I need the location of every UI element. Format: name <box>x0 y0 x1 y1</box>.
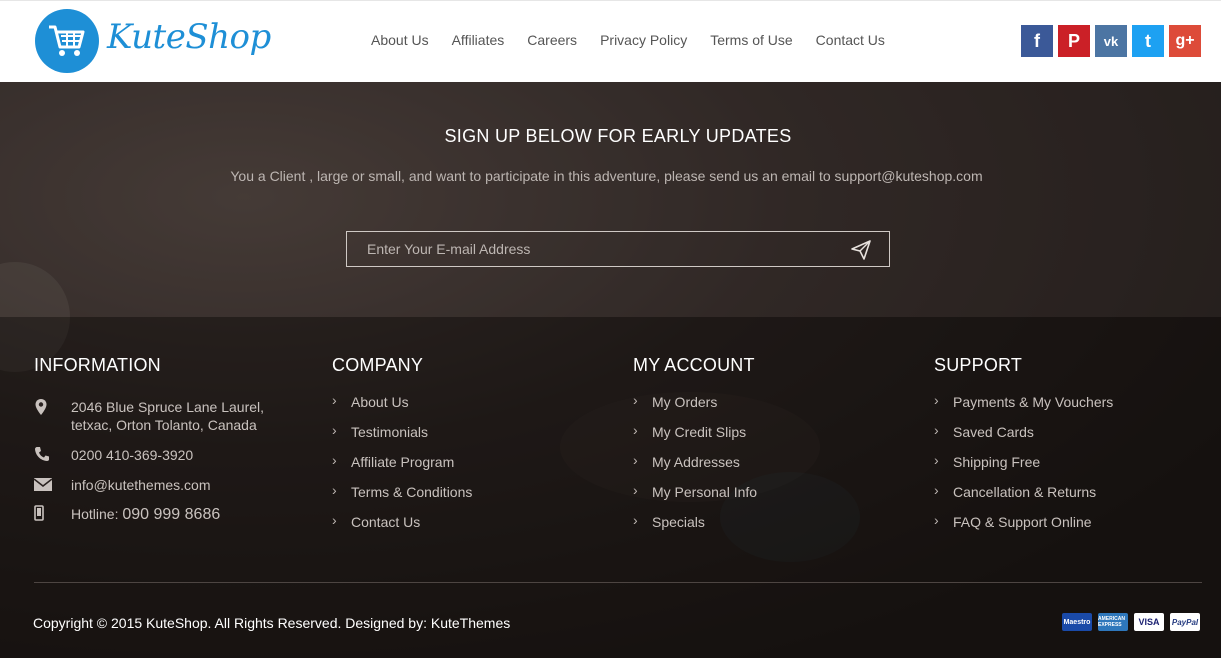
nav-privacy-policy[interactable]: Privacy Policy <box>600 32 687 48</box>
company-link-affiliate-program[interactable]: Affiliate Program <box>351 454 454 470</box>
pinterest-icon[interactable]: P <box>1058 25 1090 57</box>
paypal-icon: PayPal <box>1170 613 1200 631</box>
list-item: › Payments & My Vouchers <box>934 392 1113 424</box>
cart-logo-icon <box>35 9 99 73</box>
account-link-personal-info[interactable]: My Personal Info <box>652 484 757 500</box>
list-item: › Specials <box>633 512 757 544</box>
list-item: › Saved Cards <box>934 422 1113 454</box>
phone-icon <box>34 446 52 464</box>
payment-methods: Maestro AMERICAN EXPRESS VISA PayPal <box>1062 613 1206 631</box>
company-links: › About Us › Testimonials › Affiliate Progr… <box>332 392 472 544</box>
information-column: INFORMATION <box>34 355 161 376</box>
hotline-label: Hotline: <box>71 506 119 522</box>
account-column: MY ACCOUNT › My Orders › My Credit Slips ›… <box>633 355 757 544</box>
email-address[interactable]: info@kutethemes.com <box>71 476 211 494</box>
company-link-terms[interactable]: Terms & Conditions <box>351 484 472 500</box>
account-link-specials[interactable]: Specials <box>652 514 705 530</box>
chevron-right-icon: › <box>332 452 337 468</box>
chevron-right-icon: › <box>633 392 638 408</box>
list-item: › About Us <box>332 392 472 424</box>
company-link-contact-us[interactable]: Contact Us <box>351 514 420 530</box>
list-item: › Affiliate Program <box>332 452 472 484</box>
location-pin-icon <box>34 398 52 416</box>
amex-icon: AMERICAN EXPRESS <box>1098 613 1128 631</box>
chevron-right-icon: › <box>633 482 638 498</box>
site-header: KuteShop About Us Affiliates Careers Pri… <box>0 0 1221 82</box>
vk-icon[interactable]: vk <box>1095 25 1127 57</box>
list-item: › Shipping Free <box>934 452 1113 484</box>
list-item: › My Addresses <box>633 452 757 484</box>
account-link-orders[interactable]: My Orders <box>652 394 717 410</box>
chevron-right-icon: › <box>633 422 638 438</box>
google-plus-icon[interactable]: g+ <box>1169 25 1201 57</box>
account-link-credit-slips[interactable]: My Credit Slips <box>652 424 746 440</box>
maestro-icon: Maestro <box>1062 613 1092 631</box>
send-icon[interactable] <box>851 240 871 260</box>
chevron-right-icon: › <box>934 452 939 468</box>
information-title: INFORMATION <box>34 355 161 375</box>
chevron-right-icon: › <box>332 392 337 408</box>
email-input[interactable] <box>347 232 827 266</box>
nav-about-us[interactable]: About Us <box>371 32 429 48</box>
phone-number: 0200 410-369-3920 <box>71 447 194 463</box>
chevron-right-icon: › <box>332 512 337 528</box>
nav-careers[interactable]: Careers <box>527 32 577 48</box>
account-title: MY ACCOUNT <box>633 355 755 375</box>
visa-icon: VISA <box>1134 613 1164 631</box>
support-link-saved-cards[interactable]: Saved Cards <box>953 424 1034 440</box>
hotline-number: 090 999 8686 <box>122 506 221 523</box>
twitter-icon[interactable]: t <box>1132 25 1164 57</box>
list-item: › FAQ & Support Online <box>934 512 1113 544</box>
chevron-right-icon: › <box>934 392 939 408</box>
list-item: › Testimonials <box>332 422 472 454</box>
account-link-addresses[interactable]: My Addresses <box>652 454 740 470</box>
signup-section <box>0 82 1221 317</box>
company-link-about-us[interactable]: About Us <box>351 394 409 410</box>
chevron-right-icon: › <box>332 482 337 498</box>
nav-terms-of-use[interactable]: Terms of Use <box>710 32 792 48</box>
company-link-testimonials[interactable]: Testimonials <box>351 424 428 440</box>
nav-affiliates[interactable]: Affiliates <box>452 32 505 48</box>
support-link-cancellation[interactable]: Cancellation & Returns <box>953 484 1096 500</box>
address-line-2: tetxac, Orton Tolanto, Canada <box>71 417 257 433</box>
chevron-right-icon: › <box>934 482 939 498</box>
envelope-icon <box>33 476 53 494</box>
mobile-icon <box>34 505 52 523</box>
chevron-right-icon: › <box>332 422 337 438</box>
chevron-right-icon: › <box>633 452 638 468</box>
chevron-right-icon: › <box>934 422 939 438</box>
support-links: › Payments & My Vouchers › Saved Cards › Sh… <box>934 392 1113 544</box>
address-line-1: 2046 Blue Spruce Lane Laurel, <box>71 399 265 415</box>
support-column: SUPPORT › Payments & My Vouchers › Saved C… <box>934 355 1113 544</box>
logo-text: KuteShop <box>107 17 271 57</box>
signup-title: SIGN UP BELOW FOR EARLY UPDATES <box>444 126 792 146</box>
copyright-text: Copyright © 2015 KuteShop. All Rights Re… <box>33 615 511 631</box>
social-links: f P vk t g+ <box>1021 25 1206 57</box>
list-item: › My Orders <box>633 392 757 424</box>
list-item: › Cancellation & Returns <box>934 482 1113 514</box>
newsletter-form <box>346 231 890 267</box>
list-item: › Contact Us <box>332 512 472 544</box>
hotline: Hotline: 090 999 8686 <box>71 505 220 524</box>
support-link-payments[interactable]: Payments & My Vouchers <box>953 394 1113 410</box>
company-column: COMPANY › About Us › Testimonials › Affilia… <box>332 355 472 544</box>
facebook-icon[interactable]: f <box>1021 25 1053 57</box>
list-item: › My Personal Info <box>633 482 757 514</box>
footer-divider <box>34 582 1202 583</box>
support-link-shipping[interactable]: Shipping Free <box>953 454 1040 470</box>
logo[interactable]: KuteShop <box>35 9 295 75</box>
signup-description: You a Client , large or small, and want … <box>230 168 983 184</box>
chevron-right-icon: › <box>633 512 638 528</box>
chevron-right-icon: › <box>934 512 939 528</box>
list-item: › Terms & Conditions <box>332 482 472 514</box>
support-title: SUPPORT <box>934 355 1023 375</box>
support-link-faq[interactable]: FAQ & Support Online <box>953 514 1092 530</box>
account-links: › My Orders › My Credit Slips › My Addresse… <box>633 392 757 544</box>
company-title: COMPANY <box>332 355 424 375</box>
list-item: › My Credit Slips <box>633 422 757 454</box>
nav-contact-us[interactable]: Contact Us <box>816 32 885 48</box>
top-navigation: About Us Affiliates Careers Privacy Poli… <box>371 32 908 48</box>
